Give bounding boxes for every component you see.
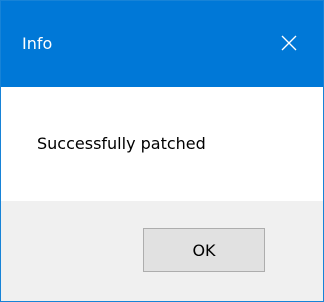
info-dialog: Info Successfully patched OK <box>0 0 324 302</box>
close-icon <box>281 35 297 51</box>
dialog-title: Info <box>22 34 53 53</box>
ok-button[interactable]: OK <box>143 228 265 272</box>
dialog-message: Successfully patched <box>37 134 206 153</box>
title-bar: Info <box>1 1 323 87</box>
dialog-footer: OK <box>1 201 323 301</box>
close-button[interactable] <box>253 1 323 87</box>
dialog-content: Successfully patched <box>1 87 323 201</box>
